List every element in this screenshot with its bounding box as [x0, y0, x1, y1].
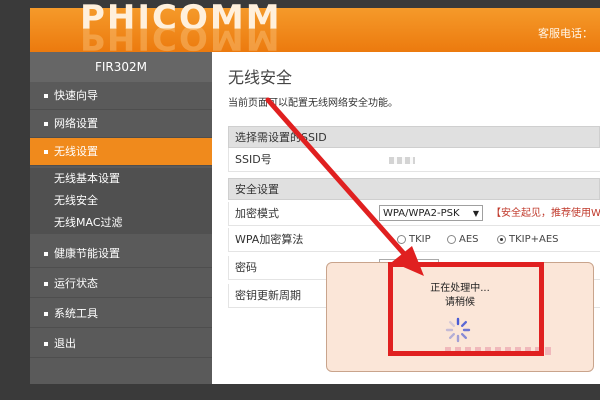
bullet-icon [44, 282, 48, 286]
bullet-icon [44, 150, 48, 154]
router-model: FIR302M [30, 52, 212, 82]
bullet-icon [44, 122, 48, 126]
sidebar-item-label: 运行状态 [54, 277, 98, 290]
radio-aes[interactable]: AES [447, 228, 479, 252]
brand-logo-reflection: PHICOMM [80, 28, 282, 52]
radio-icon [447, 234, 456, 244]
sidebar-item-label: 退出 [54, 337, 76, 350]
encryption-mode-label: 加密模式 [235, 207, 279, 220]
annotation-highlight-box [388, 262, 544, 356]
page-description: 当前页面可以配置无线网络安全功能。 [228, 98, 398, 109]
key-renewal-label: 密钥更新周期 [235, 289, 301, 302]
page-title: 无线安全 [228, 68, 293, 87]
sidebar-item-system-tools[interactable]: 系统工具 [30, 300, 212, 328]
hotline-label: 客服电话： [538, 27, 593, 40]
sidebar-item-label: 系统工具 [54, 307, 98, 320]
radio-icon [397, 234, 406, 244]
encryption-mode-row: 加密模式 WPA/WPA2-PSK ▼ 【安全起见，推荐使用W [228, 202, 600, 226]
encryption-warning: 【安全起见，推荐使用W [491, 208, 600, 219]
sidebar-item-quick-wizard[interactable]: 快速向导 [30, 82, 212, 110]
wpa-algorithm-row: WPA加密算法 TKIP AES TKIP+AES [228, 228, 600, 252]
header-bar: PHICOMM PHICOMM 客服电话： [30, 0, 600, 52]
radio-tkip-label: TKIP [409, 234, 431, 245]
bullet-icon [44, 252, 48, 256]
sidebar-subitem-wireless-mac-filter[interactable]: 无线MAC过滤 [30, 212, 212, 234]
sidebar: FIR302M 快速向导 网络设置 无线设置 无线基本设置 无线安全 无线MAC… [30, 52, 212, 384]
sidebar-item-label: 网络设置 [54, 117, 98, 130]
bullet-icon [44, 94, 48, 98]
sidebar-item-running-status[interactable]: 运行状态 [30, 270, 212, 298]
sidebar-item-label: 快速向导 [54, 89, 98, 102]
sidebar-subitem-wireless-security[interactable]: 无线安全 [30, 190, 212, 212]
wpa-algorithm-label: WPA加密算法 [235, 233, 304, 246]
radio-tkip[interactable]: TKIP [397, 228, 431, 252]
bullet-icon [44, 342, 48, 346]
sidebar-subitem-wireless-basic[interactable]: 无线基本设置 [30, 168, 212, 190]
ssid-value-obscured [389, 157, 415, 164]
ssid-section-heading: 选择需设置的SSID [228, 126, 600, 148]
radio-selected-icon [497, 234, 506, 244]
sidebar-item-label: 无线设置 [54, 145, 98, 158]
encryption-mode-select[interactable]: WPA/WPA2-PSK ▼ [379, 205, 483, 221]
encryption-mode-value: WPA/WPA2-PSK [383, 208, 460, 219]
sidebar-item-label: 健康节能设置 [54, 247, 120, 260]
screen-frame-left [0, 0, 30, 400]
radio-tkip-aes-label: TKIP+AES [509, 234, 559, 245]
ssid-label: SSID号 [235, 153, 272, 166]
sidebar-item-wireless-settings[interactable]: 无线设置 [30, 138, 212, 166]
sidebar-item-health-power[interactable]: 健康节能设置 [30, 240, 212, 268]
password-label: 密码 [235, 261, 257, 274]
chevron-down-icon: ▼ [472, 209, 479, 218]
sidebar-item-network-settings[interactable]: 网络设置 [30, 110, 212, 138]
security-section-heading: 安全设置 [228, 178, 600, 200]
ssid-row: SSID号 [228, 148, 600, 172]
sidebar-item-logout[interactable]: 退出 [30, 330, 212, 358]
bullet-icon [44, 312, 48, 316]
screen-frame-bottom [0, 384, 600, 400]
radio-aes-label: AES [459, 234, 479, 245]
radio-tkip-aes[interactable]: TKIP+AES [497, 228, 559, 252]
